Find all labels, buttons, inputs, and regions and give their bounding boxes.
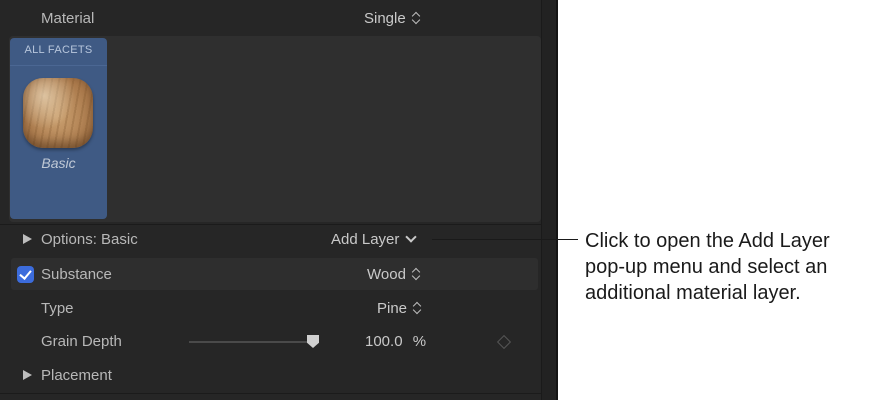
panel-edge bbox=[556, 0, 558, 400]
callout-text: Click to open the Add Layer pop-up menu … bbox=[585, 230, 830, 304]
type-label: Type bbox=[41, 300, 74, 317]
facet-tile-basic[interactable]: ALL FACETS Basic bbox=[10, 38, 107, 219]
add-layer-button[interactable]: Add Layer bbox=[331, 231, 418, 248]
options-label: Options: Basic bbox=[41, 231, 138, 248]
material-row: Material Single bbox=[0, 2, 541, 36]
options-row: Options: Basic Add Layer bbox=[0, 223, 541, 257]
inspector-panel: Material Single ALL FACETS Basic Options… bbox=[0, 0, 558, 400]
callout-leader-line bbox=[432, 239, 578, 240]
placement-row: Placement bbox=[0, 359, 541, 393]
material-popup[interactable]: Single bbox=[364, 10, 421, 27]
facet-name: Basic bbox=[41, 155, 76, 171]
chevron-down-icon bbox=[405, 231, 418, 243]
substance-value: Wood bbox=[367, 266, 406, 283]
facet-header: ALL FACETS bbox=[24, 44, 93, 56]
disclosure-triangle-icon[interactable] bbox=[23, 234, 32, 244]
grain-depth-slider-track[interactable] bbox=[189, 341, 317, 343]
up-down-arrows-icon bbox=[413, 301, 422, 315]
up-down-arrows-icon bbox=[412, 267, 421, 281]
facet-header-divider bbox=[10, 65, 107, 66]
placement-label: Placement bbox=[41, 367, 112, 384]
grain-depth-field[interactable]: 100.0 % bbox=[365, 333, 426, 350]
add-layer-label: Add Layer bbox=[331, 231, 400, 248]
bottom-divider bbox=[0, 393, 541, 394]
wood-texture-swatch-icon[interactable] bbox=[23, 78, 93, 148]
type-row: Type Pine bbox=[0, 292, 541, 326]
material-value: Single bbox=[364, 10, 406, 27]
grain-depth-unit: % bbox=[412, 333, 427, 350]
substance-label: Substance bbox=[41, 266, 112, 283]
substance-popup[interactable]: Wood bbox=[367, 266, 421, 283]
type-value: Pine bbox=[377, 300, 408, 317]
grain-depth-label: Grain Depth bbox=[41, 333, 122, 350]
up-down-arrows-icon bbox=[412, 11, 421, 25]
disclosure-triangle-icon[interactable] bbox=[23, 370, 32, 380]
material-label: Material bbox=[41, 10, 95, 27]
type-popup[interactable]: Pine bbox=[377, 300, 422, 317]
substance-row: Substance Wood bbox=[0, 258, 541, 292]
grain-depth-value: 100.0 bbox=[365, 333, 403, 350]
